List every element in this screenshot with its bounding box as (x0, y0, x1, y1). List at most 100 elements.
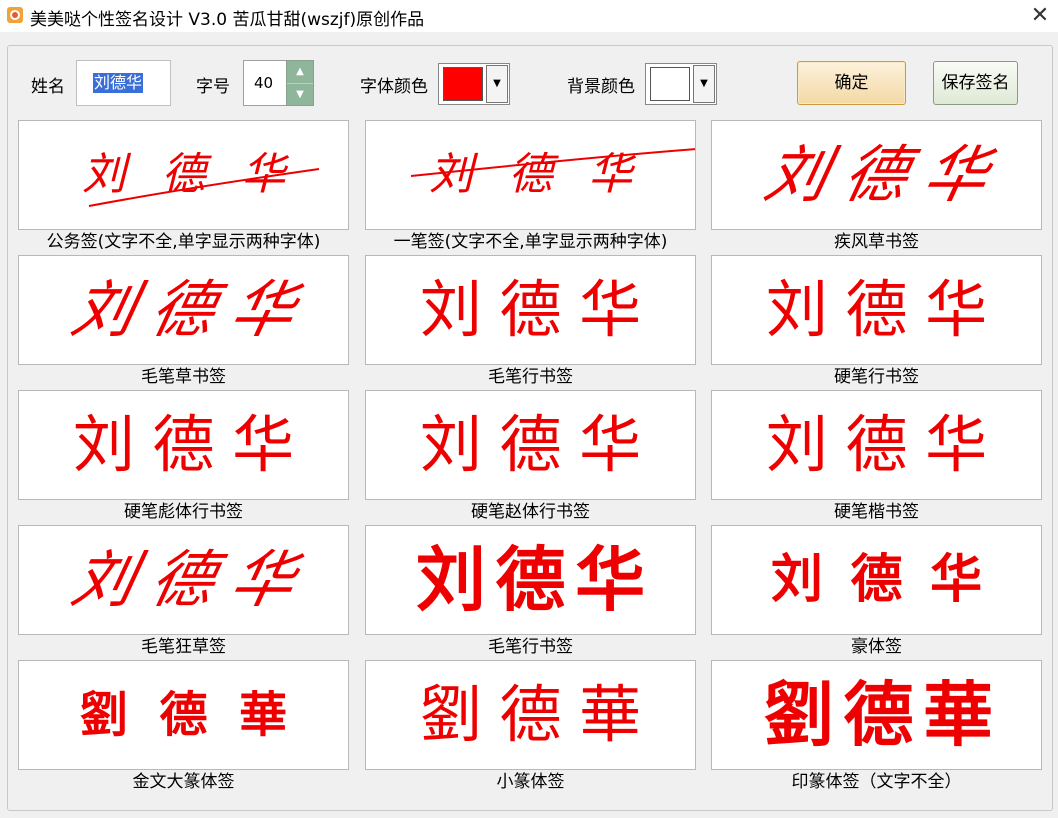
signature-card[interactable]: 刘德华疾风草书签 (711, 120, 1042, 255)
signature-char: 刘 (765, 408, 828, 481)
signature-caption: 硬笔彪体行书签 (124, 502, 243, 522)
signature-text: 刘德华 (712, 526, 1041, 634)
name-value: 刘德华 (93, 73, 144, 93)
size-input[interactable]: 40 (243, 60, 286, 106)
signature-char: 华 (241, 149, 286, 200)
signature-char: 德 (499, 273, 562, 346)
signature-preview[interactable]: 刘德华 (365, 255, 696, 365)
signature-preview[interactable]: 劉德華 (18, 660, 349, 770)
signature-caption: 印篆体签（文字不全） (791, 772, 962, 792)
signature-char: 刘 (765, 273, 828, 346)
signature-card[interactable]: 刘德华毛笔草书签 (18, 255, 349, 390)
signature-preview[interactable]: 刘德华 (711, 390, 1042, 500)
signature-card[interactable]: 刘德华毛笔行书签 (365, 525, 696, 660)
signature-card[interactable]: 劉德華小篆体签 (365, 660, 696, 795)
bg-color-label: 背景颜色 (567, 77, 635, 97)
signature-char: 华 (224, 273, 303, 346)
window-title: 美美哒个性签名设计 V3.0 苦瓜甘甜(wszjf)原创作品 (30, 10, 425, 30)
signature-char: 刘 (415, 539, 486, 621)
bg-color-swatch (650, 67, 690, 101)
size-spinner[interactable]: ▲ ▼ (286, 60, 314, 106)
signature-char: 德 (845, 273, 908, 346)
signature-card[interactable]: 刘德华公务签(文字不全,单字显示两种字体) (18, 120, 349, 255)
signature-char: 刘 (428, 149, 473, 200)
signature-text: 刘德华 (19, 526, 348, 634)
signature-char: 德 (850, 550, 903, 610)
signature-char: 德 (845, 408, 908, 481)
signature-preview[interactable]: 刘德华 (365, 120, 696, 230)
title-bar: 美美哒个性签名设计 V3.0 苦瓜甘甜(wszjf)原创作品 ✕ (0, 0, 1058, 32)
signature-char: 华 (917, 138, 996, 211)
app-icon (7, 7, 23, 23)
confirm-button[interactable]: 确定 (797, 61, 906, 105)
bg-color-picker[interactable]: ▼ (645, 63, 717, 105)
signature-char: 德 (161, 149, 206, 200)
signature-char: 德 (837, 138, 916, 211)
signature-caption: 豪体签 (851, 637, 902, 657)
signature-card[interactable]: 刘德华硬笔彪体行书签 (18, 390, 349, 525)
signature-preview[interactable]: 刘德华 (18, 255, 349, 365)
signature-preview[interactable]: 刘德华 (711, 255, 1042, 365)
signature-char: 刘 (65, 543, 143, 616)
signature-caption: 硬笔行书签 (834, 367, 919, 387)
signature-card[interactable]: 劉德華金文大篆体签 (18, 660, 349, 795)
signature-card[interactable]: 刘德华毛笔狂草签 (18, 525, 349, 660)
signature-preview[interactable]: 刘德华 (365, 525, 696, 635)
signature-char: 华 (588, 149, 633, 200)
signature-card[interactable]: 刘德华豪体签 (711, 525, 1042, 660)
signature-text: 刘德华 (712, 121, 1041, 229)
signature-card[interactable]: 劉德華印篆体签（文字不全） (711, 660, 1042, 795)
signature-char: 劉 (419, 678, 482, 751)
signature-char: 德 (508, 149, 553, 200)
signature-char: 刘 (758, 138, 836, 211)
signature-caption: 毛笔行书签 (488, 637, 573, 657)
signature-char: 德 (144, 273, 223, 346)
signature-text: 刘德华 (712, 256, 1041, 364)
signature-card[interactable]: 刘德华硬笔楷书签 (711, 390, 1042, 525)
signature-text: 刘德华 (19, 121, 348, 229)
signature-text: 刘德华 (19, 256, 348, 364)
signature-text: 劉德華 (19, 661, 348, 769)
signature-card[interactable]: 刘德华硬笔赵体行书签 (365, 390, 696, 525)
signature-char: 華 (579, 678, 642, 751)
font-color-label: 字体颜色 (360, 77, 428, 97)
signature-caption: 毛笔狂草签 (141, 637, 226, 657)
signature-caption: 硬笔楷书签 (834, 502, 919, 522)
signature-char: 德 (499, 408, 562, 481)
signature-text: 劉德華 (712, 661, 1041, 769)
signature-char: 華 (923, 674, 993, 756)
signature-text: 刘德华 (712, 391, 1041, 499)
signature-text: 刘德华 (366, 391, 695, 499)
spin-down-icon[interactable]: ▼ (287, 84, 313, 106)
signature-card[interactable]: 刘德华硬笔行书签 (711, 255, 1042, 390)
signature-card[interactable]: 刘德华毛笔行书签 (365, 255, 696, 390)
signature-preview[interactable]: 刘德华 (18, 120, 349, 230)
signature-preview[interactable]: 刘德华 (365, 390, 696, 500)
signature-caption: 毛笔行书签 (488, 367, 573, 387)
signature-char: 刘 (419, 273, 482, 346)
signature-text: 刘德华 (366, 121, 695, 229)
signature-char: 华 (224, 543, 303, 616)
signature-preview[interactable]: 刘德华 (18, 390, 349, 500)
signature-card[interactable]: 刘德华一笔签(文字不全,单字显示两种字体) (365, 120, 696, 255)
signature-text: 刘德华 (366, 256, 695, 364)
signature-char: 劉 (79, 687, 128, 743)
signature-char: 刘 (770, 550, 823, 610)
signature-preview[interactable]: 劉德華 (365, 660, 696, 770)
close-icon[interactable]: ✕ (1026, 2, 1054, 30)
chevron-down-icon[interactable]: ▼ (693, 65, 715, 103)
signature-char: 华 (575, 539, 646, 621)
signature-char: 华 (930, 550, 983, 610)
signature-char: 华 (925, 273, 988, 346)
chevron-down-icon[interactable]: ▼ (486, 65, 508, 103)
spin-up-icon[interactable]: ▲ (287, 61, 313, 84)
signature-preview[interactable]: 劉德華 (711, 660, 1042, 770)
signature-char: 华 (232, 408, 295, 481)
signature-preview[interactable]: 刘德华 (18, 525, 349, 635)
name-input[interactable]: 刘德华 (76, 60, 171, 106)
font-color-picker[interactable]: ▼ (438, 63, 510, 105)
signature-preview[interactable]: 刘德华 (711, 525, 1042, 635)
signature-caption: 疾风草书签 (834, 232, 919, 252)
signature-preview[interactable]: 刘德华 (711, 120, 1042, 230)
save-signature-button[interactable]: 保存签名 (933, 61, 1018, 105)
